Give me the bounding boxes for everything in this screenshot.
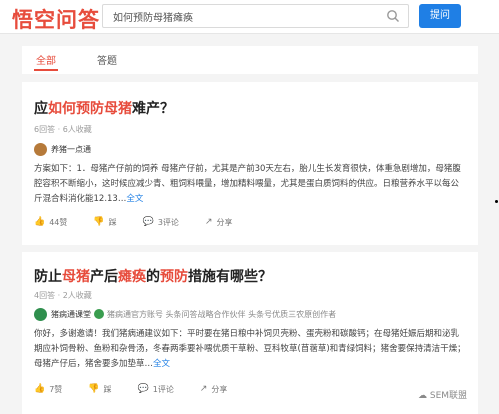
answer-excerpt: 方案如下：1．母猪产仔前的饲养 母猪产仔前，尤其是产前30天左右，胎儿生长发育很… — [34, 164, 461, 204]
avatar[interactable] — [34, 142, 47, 156]
top-bar: 悟空问答 如何预防母猪瘫痪 提问 — [0, 0, 499, 34]
question-meta: 6回答 · 6人收藏 — [34, 125, 92, 134]
ask-button[interactable]: 提问 — [419, 4, 461, 28]
tab-answer[interactable]: 答题 — [97, 52, 117, 67]
question-card: 防止母猪产后瘫痪的预防措施有哪些？ 4回答 · 2人收藏 猪病通课堂 猪病通官方… — [22, 252, 478, 414]
search-query[interactable]: 如何预防母猪瘫痪 — [113, 9, 193, 24]
like-button[interactable]: 👍 7赞 — [34, 382, 62, 396]
thumb-up-icon: 👍 — [34, 217, 46, 227]
watermark: ☁ SEM联盟 — [418, 391, 468, 401]
answer-author[interactable]: 养猪一点通 — [34, 142, 91, 156]
verified-badge-icon — [94, 309, 104, 319]
search-icon[interactable] — [386, 9, 400, 23]
share-button[interactable]: ↗ 分享 — [205, 215, 233, 229]
comment-icon: 💬 — [137, 384, 149, 394]
answer-actions: 👍 7赞 👎 踩 💬 1评论 ↗ 分享 — [34, 382, 253, 396]
avatar[interactable] — [34, 307, 47, 321]
question-title[interactable]: 防止母猪产后瘫痪的预防措施有哪些？ — [34, 266, 272, 286]
comment-icon: 💬 — [142, 217, 154, 227]
thumb-down-icon: 👎 — [88, 384, 100, 394]
share-icon: ↗ — [199, 384, 208, 394]
question-meta: 4回答 · 2人收藏 — [34, 291, 92, 300]
author-tag: 猪病通官方账号 头条问答战略合作伙伴 头条号优质三农原创作者 — [107, 309, 337, 319]
answer-actions: 👍 44赞 👎 踩 💬 3评论 ↗ 分享 — [34, 215, 258, 229]
thumb-up-icon: 👍 — [34, 384, 46, 394]
site-logo[interactable]: 悟空问答 — [12, 4, 100, 34]
full-text-link[interactable]: 全文 — [126, 194, 143, 204]
author-name[interactable]: 猪病通课堂 — [51, 309, 91, 320]
like-button[interactable]: 👍 44赞 — [34, 215, 67, 229]
comment-button[interactable]: 💬 3评论 — [143, 215, 179, 229]
full-text-link[interactable]: 全文 — [153, 359, 170, 369]
share-button[interactable]: ↗ 分享 — [200, 382, 228, 396]
comment-button[interactable]: 💬 1评论 — [138, 382, 174, 396]
author-name[interactable]: 养猪一点通 — [51, 144, 91, 155]
answer-author[interactable]: 猪病通课堂 猪病通官方账号 头条问答战略合作伙伴 头条号优质三农原创作者 — [34, 307, 336, 321]
thumb-down-icon: 👎 — [93, 217, 105, 227]
question-card: 应如何预防母猪难产？ 6回答 · 6人收藏 养猪一点通 方案如下：1．母猪产仔前… — [22, 82, 478, 245]
search-input[interactable]: 如何预防母猪瘫痪 — [102, 4, 409, 28]
share-icon: ↗ — [204, 217, 213, 227]
dislike-button[interactable]: 👎 踩 — [93, 215, 116, 229]
dislike-button[interactable]: 👎 踩 — [88, 382, 111, 396]
tab-bar: 全部 答题 — [22, 46, 478, 74]
question-title[interactable]: 应如何预防母猪难产？ — [34, 98, 174, 118]
stray-dot — [495, 200, 498, 203]
tab-all[interactable]: 全部 — [34, 52, 58, 71]
answer-excerpt: 你好，多谢邀请！我们猪病通建议如下：平时要在猪日粮中补饲贝壳粉、蛋壳粉和碳酸钙；… — [34, 329, 466, 369]
